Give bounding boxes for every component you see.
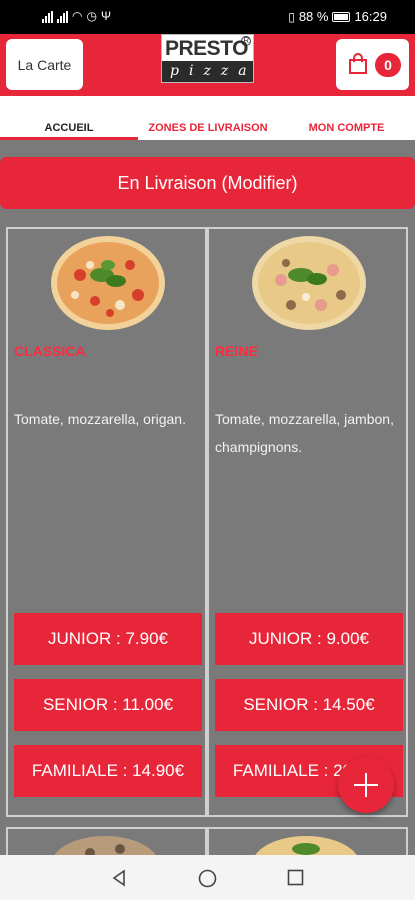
tab-bar: ACCUEIL ZONES DE LIVRAISON MON COMPTE <box>0 96 415 140</box>
battery-percent: 88 % <box>298 9 329 24</box>
pizza-image <box>254 836 358 857</box>
pizza-image <box>252 236 366 330</box>
product-card-partial <box>207 827 408 857</box>
delivery-mode-button[interactable]: En Livraison (Modifier) <box>0 157 415 209</box>
price-junior-button[interactable]: JUNIOR : 9.00€ <box>215 613 403 665</box>
signal-icon-2 <box>57 11 68 23</box>
price-senior-button[interactable]: SENIOR : 14.50€ <box>215 679 403 731</box>
clock: 16:29 <box>354 9 387 24</box>
tab-accueil[interactable]: ACCUEIL <box>0 96 138 140</box>
product-name: REINE <box>215 343 258 359</box>
product-card: REINE Tomate, mozzarella, jambon, champi… <box>207 227 408 817</box>
pizza-image <box>51 236 165 330</box>
system-navigation-bar <box>0 855 415 900</box>
product-card: CLASSICA Tomate, mozzarella, origan. JUN… <box>6 227 207 817</box>
alarm-icon: ◷ <box>86 9 97 23</box>
price-junior-button[interactable]: JUNIOR : 7.90€ <box>14 613 202 665</box>
plus-icon-vertical <box>365 773 367 797</box>
price-familiale-button[interactable]: FAMILIALE : 14.90€ <box>14 745 202 797</box>
battery-icon <box>332 11 351 22</box>
registered-mark: R <box>241 36 251 46</box>
status-bar: ◠ ◷ Ψ ▯ 88 % 16:29 <box>0 0 415 34</box>
active-tab-indicator <box>0 137 138 140</box>
wifi-icon: ◠ <box>72 9 83 23</box>
la-carte-button[interactable]: La Carte <box>6 39 83 90</box>
product-description: Tomate, mozzarella, origan. <box>14 411 186 427</box>
usb-icon: Ψ <box>100 9 111 23</box>
tab-mon-compte[interactable]: MON COMPTE <box>278 96 415 140</box>
add-fab-button[interactable] <box>338 757 394 813</box>
logo-wordmark: PRESTO R <box>162 35 253 61</box>
status-icons-right: ▯ 88 % 16:29 <box>288 9 387 24</box>
logo-top-text: PRESTO <box>165 37 248 60</box>
back-icon[interactable] <box>110 869 128 887</box>
cart-count-badge: 0 <box>375 53 401 77</box>
cart-button[interactable]: 0 <box>336 39 409 90</box>
presto-pizza-logo: PRESTO R pizza <box>161 34 254 83</box>
recents-icon[interactable] <box>287 869 304 886</box>
logo-subtitle: pizza <box>162 61 253 82</box>
product-name: CLASSICA <box>14 343 86 359</box>
product-description: Tomate, mozzarella, jambon, champignons. <box>215 411 394 455</box>
pizza-image <box>53 836 157 857</box>
app-header: La Carte PRESTO R pizza 0 <box>0 34 415 96</box>
vibrate-icon: ▯ <box>288 9 295 24</box>
home-icon[interactable] <box>198 869 217 888</box>
signal-icon <box>42 11 53 23</box>
product-card-partial <box>6 827 207 857</box>
status-icons-left: ◠ ◷ Ψ <box>42 9 111 23</box>
price-senior-button[interactable]: SENIOR : 11.00€ <box>14 679 202 731</box>
shopping-bag-icon <box>349 53 367 74</box>
tab-zones-de-livraison[interactable]: ZONES DE LIVRAISON <box>138 96 278 140</box>
